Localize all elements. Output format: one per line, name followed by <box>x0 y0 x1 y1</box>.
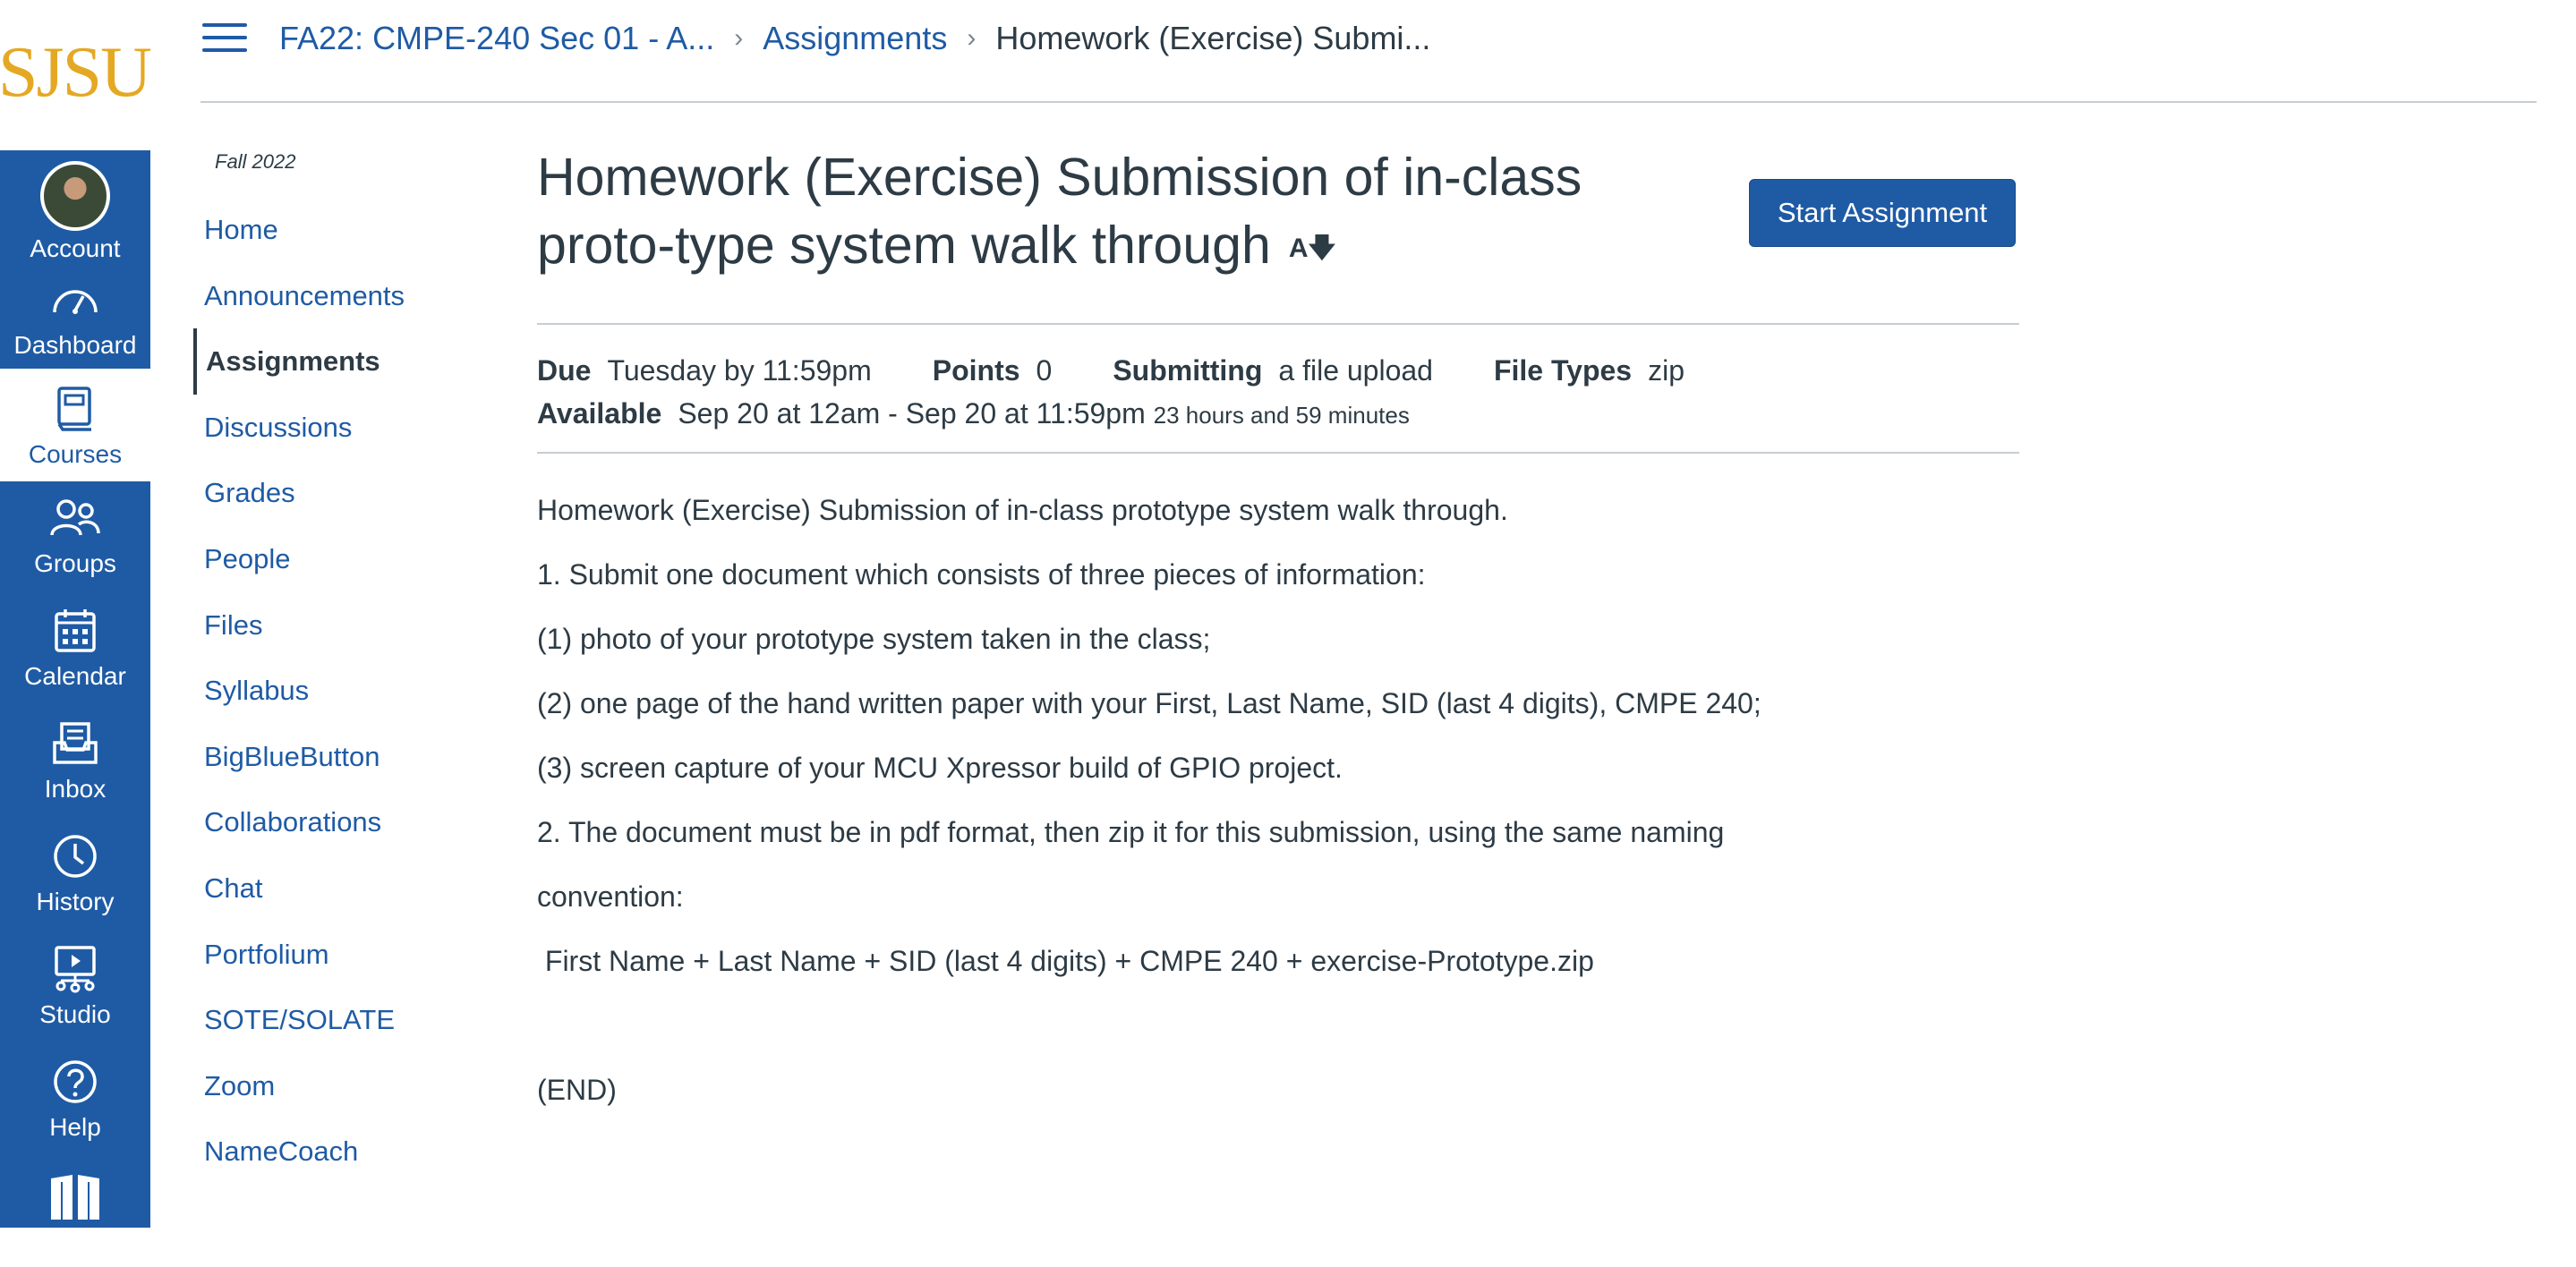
nav-account[interactable]: Account <box>0 150 150 263</box>
nav-courses[interactable]: Courses <box>0 369 150 481</box>
course-nav-assignments[interactable]: Assignments <box>193 328 462 395</box>
points-value: 0 <box>1036 354 1053 387</box>
submitting-label: Submitting <box>1113 354 1263 387</box>
description-paragraph: convention: <box>537 880 684 913</box>
sjsu-logo[interactable]: SJSU <box>0 0 152 150</box>
groups-icon <box>47 490 103 546</box>
description-paragraph: (3) screen capture of your MCU Xpressor … <box>537 752 1343 784</box>
available-label: Available <box>537 397 662 429</box>
nav-label: Inbox <box>44 775 107 803</box>
nav-help[interactable]: Help <box>0 1042 150 1154</box>
book-icon <box>47 1167 103 1222</box>
description-paragraph: 1. Submit one document which consists of… <box>537 558 1426 591</box>
inbox-icon <box>47 716 103 771</box>
breadcrumb: FA22: CMPE-240 Sec 01 - A... › Assignmen… <box>279 20 1430 57</box>
nav-library[interactable] <box>0 1154 150 1267</box>
course-nav-announcements[interactable]: Announcements <box>193 263 462 329</box>
assignment-details: Due Tuesday by 11:59pm Points 0 Submitting a … <box>537 349 1685 435</box>
nav-groups[interactable]: Groups <box>0 478 150 591</box>
menu-toggle-button[interactable] <box>202 23 247 55</box>
chevron-right-icon: › <box>734 23 744 53</box>
course-nav-chat[interactable]: Chat <box>193 855 462 922</box>
nav-label: History <box>36 888 115 915</box>
help-icon <box>47 1054 103 1110</box>
chevron-right-icon: › <box>967 23 977 53</box>
description-paragraph: Homework (Exercise) Submission of in-cla… <box>537 494 1508 526</box>
history-icon <box>47 829 103 884</box>
nav-history[interactable]: History <box>0 816 150 929</box>
course-nav-sote-solate[interactable]: SOTE/SOLATE <box>193 987 462 1053</box>
course-nav-files[interactable]: Files <box>193 592 462 659</box>
submitting-value: a file upload <box>1278 354 1433 387</box>
course-nav-syllabus[interactable]: Syllabus <box>193 658 462 724</box>
nav-label: Help <box>49 1113 101 1141</box>
due-label: Due <box>537 354 592 387</box>
nav-studio[interactable]: Studio <box>0 929 150 1042</box>
due-value: Tuesday by 11:59pm <box>607 354 872 387</box>
breadcrumb-assignments-link[interactable]: Assignments <box>763 20 947 57</box>
nav-label: Studio <box>39 1000 111 1028</box>
course-nav-namecoach[interactable]: NameCoach <box>193 1118 462 1185</box>
description-end: (END) <box>537 1074 617 1106</box>
nav-dashboard[interactable]: Dashboard <box>0 259 150 372</box>
header-divider <box>200 101 2537 103</box>
breadcrumb-current: Homework (Exercise) Submi... <box>995 20 1431 56</box>
calendar-icon <box>47 603 103 659</box>
nav-label: Calendar <box>24 662 126 690</box>
nav-inbox[interactable]: Inbox <box>0 703 150 816</box>
details-top-divider <box>537 323 2019 325</box>
details-bottom-divider <box>537 452 2019 454</box>
course-nav-bigbluebutton[interactable]: BigBlueButton <box>193 724 462 790</box>
description-paragraph: 2. The document must be in pdf format, t… <box>537 816 1725 848</box>
course-nav-grades[interactable]: Grades <box>193 460 462 526</box>
courses-icon <box>47 381 103 437</box>
start-assignment-button[interactable]: Start Assignment <box>1749 179 2016 247</box>
nav-label: Groups <box>34 549 116 577</box>
global-navigation: Account Dashboard Courses Groups Calenda… <box>0 150 150 1228</box>
course-nav-zoom[interactable]: Zoom <box>193 1053 462 1119</box>
assignment-title-text: Homework (Exercise) Submission of in-cla… <box>537 148 1582 275</box>
dashboard-icon <box>47 272 103 327</box>
studio-icon <box>47 941 103 997</box>
description-paragraph <box>537 999 1761 1063</box>
nav-label: Dashboard <box>13 331 137 359</box>
accessibility-download-icon[interactable]: A🡇 <box>1289 215 1336 283</box>
nav-label: Courses <box>28 440 123 468</box>
course-nav-discussions[interactable]: Discussions <box>193 395 462 461</box>
course-nav-portfolium[interactable]: Portfolium <box>193 922 462 988</box>
logo-text: SJSU <box>0 33 152 112</box>
assignment-title: Homework (Exercise) Submission of in-cla… <box>537 143 1701 283</box>
available-duration: 23 hours and 59 minutes <box>1153 402 1410 429</box>
file-types-label: File Types <box>1493 354 1633 387</box>
available-value: Sep 20 at 12am - Sep 20 at 11:59pm <box>678 397 1146 429</box>
course-nav-people[interactable]: People <box>193 526 462 592</box>
assignment-description: Homework (Exercise) Submission of in-cla… <box>537 483 1761 1127</box>
nav-calendar[interactable]: Calendar <box>0 591 150 703</box>
description-paragraph: First Name + Last Name + SID (last 4 dig… <box>537 945 1594 977</box>
avatar <box>40 161 110 231</box>
course-nav-home[interactable]: Home <box>193 197 462 263</box>
breadcrumb-course-link[interactable]: FA22: CMPE-240 Sec 01 - A... <box>279 20 714 57</box>
course-nav-collaborations[interactable]: Collaborations <box>193 789 462 855</box>
description-paragraph: (2) one page of the hand written paper w… <box>537 687 1761 719</box>
course-navigation: Home Announcements Assignments Discussio… <box>193 197 462 1185</box>
file-types-value: zip <box>1648 354 1685 387</box>
description-paragraph: (1) photo of your prototype system taken… <box>537 623 1211 655</box>
points-label: Points <box>932 354 1020 387</box>
term-label: Fall 2022 <box>215 150 296 173</box>
